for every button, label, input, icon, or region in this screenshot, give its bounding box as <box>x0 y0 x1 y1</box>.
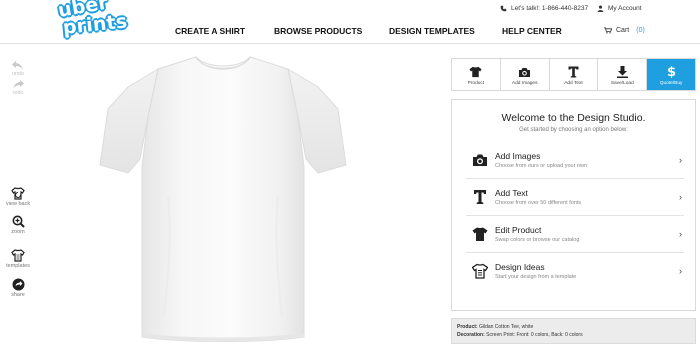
template-icon <box>472 263 488 279</box>
option-edit-product[interactable]: Edit Product Swap colors or browse our c… <box>466 216 684 253</box>
zoom-icon <box>12 215 25 228</box>
option-desc: Swap colors or browse our catalog <box>495 237 580 243</box>
chevron-right-icon: › <box>679 155 682 165</box>
phone-contact[interactable]: Let's talk!: 1-866-440-8237 <box>500 5 588 12</box>
tab-add-text-label: Add Text <box>564 81 583 86</box>
option-title: Add Text <box>495 188 528 198</box>
camera-icon <box>519 68 531 77</box>
cart-label: Cart <box>616 27 630 34</box>
phone-number: Let's talk!: 1-866-440-8237 <box>511 5 589 12</box>
tab-save-load-label: Save/Load <box>610 81 634 86</box>
redo-icon <box>13 80 24 89</box>
dollar-icon: $ <box>667 65 676 78</box>
tab-add-text[interactable]: Add Text <box>549 59 599 90</box>
uberprints-logo[interactable]: uber prints <box>56 0 132 40</box>
option-desc: Choose from ours or upload your own <box>495 163 588 169</box>
option-title: Design Ideas <box>495 262 545 272</box>
summary-decoration-value: Screen Print: Front: 0 colors, Back: 0 c… <box>486 332 583 338</box>
undo-button[interactable]: undo <box>0 61 36 77</box>
nav-create-a-shirt[interactable]: CREATE A SHIRT <box>175 26 245 36</box>
camera-icon <box>473 154 487 166</box>
tab-add-images-label: Add Images <box>511 81 538 86</box>
studio-tabs: Product Add Images Add Text Save/Load $ … <box>451 58 696 91</box>
account-label: My Account <box>608 5 642 12</box>
chevron-right-icon: › <box>679 192 682 202</box>
option-design-ideas[interactable]: Design Ideas Start your design from a te… <box>466 253 684 290</box>
header: uber prints Let's talk!: 1-866-440-8237 … <box>0 0 700 44</box>
option-title: Edit Product <box>495 225 542 235</box>
welcome-panel: Welcome to the Design Studio. Get starte… <box>451 99 696 311</box>
tshirt-image <box>99 56 347 342</box>
summary-product-label: Product: <box>457 324 478 330</box>
cart-icon <box>604 27 612 34</box>
option-add-text[interactable]: Add Text Choose from over 50 different f… <box>466 179 684 216</box>
text-icon <box>474 190 486 204</box>
nav-design-templates[interactable]: DESIGN TEMPLATES <box>389 26 475 36</box>
download-icon <box>616 66 628 78</box>
option-add-images[interactable]: Add Images Choose from ours or upload yo… <box>466 142 684 179</box>
option-title: Add Images <box>495 151 541 161</box>
templates-icon <box>11 249 25 262</box>
summary-product-line: Product: Gildan Cotton Tee, white <box>457 323 690 331</box>
zoom-button[interactable]: zoom <box>0 215 36 235</box>
order-summary: Product: Gildan Cotton Tee, white Decora… <box>451 318 696 344</box>
svg-text:$: $ <box>667 65 676 78</box>
design-canvas[interactable] <box>98 47 348 344</box>
chevron-right-icon: › <box>679 229 682 239</box>
tab-quote-buy-label: Quote/Buy <box>659 81 683 86</box>
user-icon <box>597 5 604 12</box>
share-icon <box>12 278 24 291</box>
option-desc: Start your design from a template <box>495 274 577 280</box>
cart-link[interactable]: Cart (0) <box>604 27 645 34</box>
templates-button[interactable]: templates <box>0 249 36 269</box>
tab-product[interactable]: Product <box>452 59 501 90</box>
view-back-button[interactable]: view back <box>0 187 36 207</box>
nav-browse-products[interactable]: BROWSE PRODUCTS <box>274 26 362 36</box>
chevron-right-icon: › <box>679 266 682 276</box>
my-account-link[interactable]: My Account <box>597 5 642 12</box>
tab-add-images[interactable]: Add Images <box>500 59 550 90</box>
option-desc: Choose from over 50 different fonts <box>495 200 582 206</box>
cart-count: (0) <box>636 27 645 34</box>
shirt-icon <box>472 227 488 241</box>
share-button[interactable]: share <box>0 278 36 298</box>
nav-help-center[interactable]: HELP CENTER <box>502 26 562 36</box>
summary-decoration-label: Decoration: <box>457 332 485 338</box>
shirt-icon <box>469 66 482 78</box>
summary-product-value: Gildan Cotton Tee, white <box>478 324 534 330</box>
text-icon <box>568 66 579 78</box>
panel-subtitle: Get started by choosing an option below: <box>519 127 628 133</box>
tab-save-load[interactable]: Save/Load <box>598 59 648 90</box>
tab-product-label: Product <box>467 81 485 86</box>
view-back-shirt-icon <box>11 187 25 200</box>
summary-decoration-line: Decoration: Screen Print: Front: 0 color… <box>457 331 690 339</box>
panel-title: Welcome to the Design Studio. <box>501 112 646 124</box>
undo-icon <box>12 61 23 70</box>
redo-button[interactable]: redo <box>0 80 36 96</box>
phone-icon <box>500 5 507 12</box>
tab-quote-buy[interactable]: $ Quote/Buy <box>647 59 695 90</box>
